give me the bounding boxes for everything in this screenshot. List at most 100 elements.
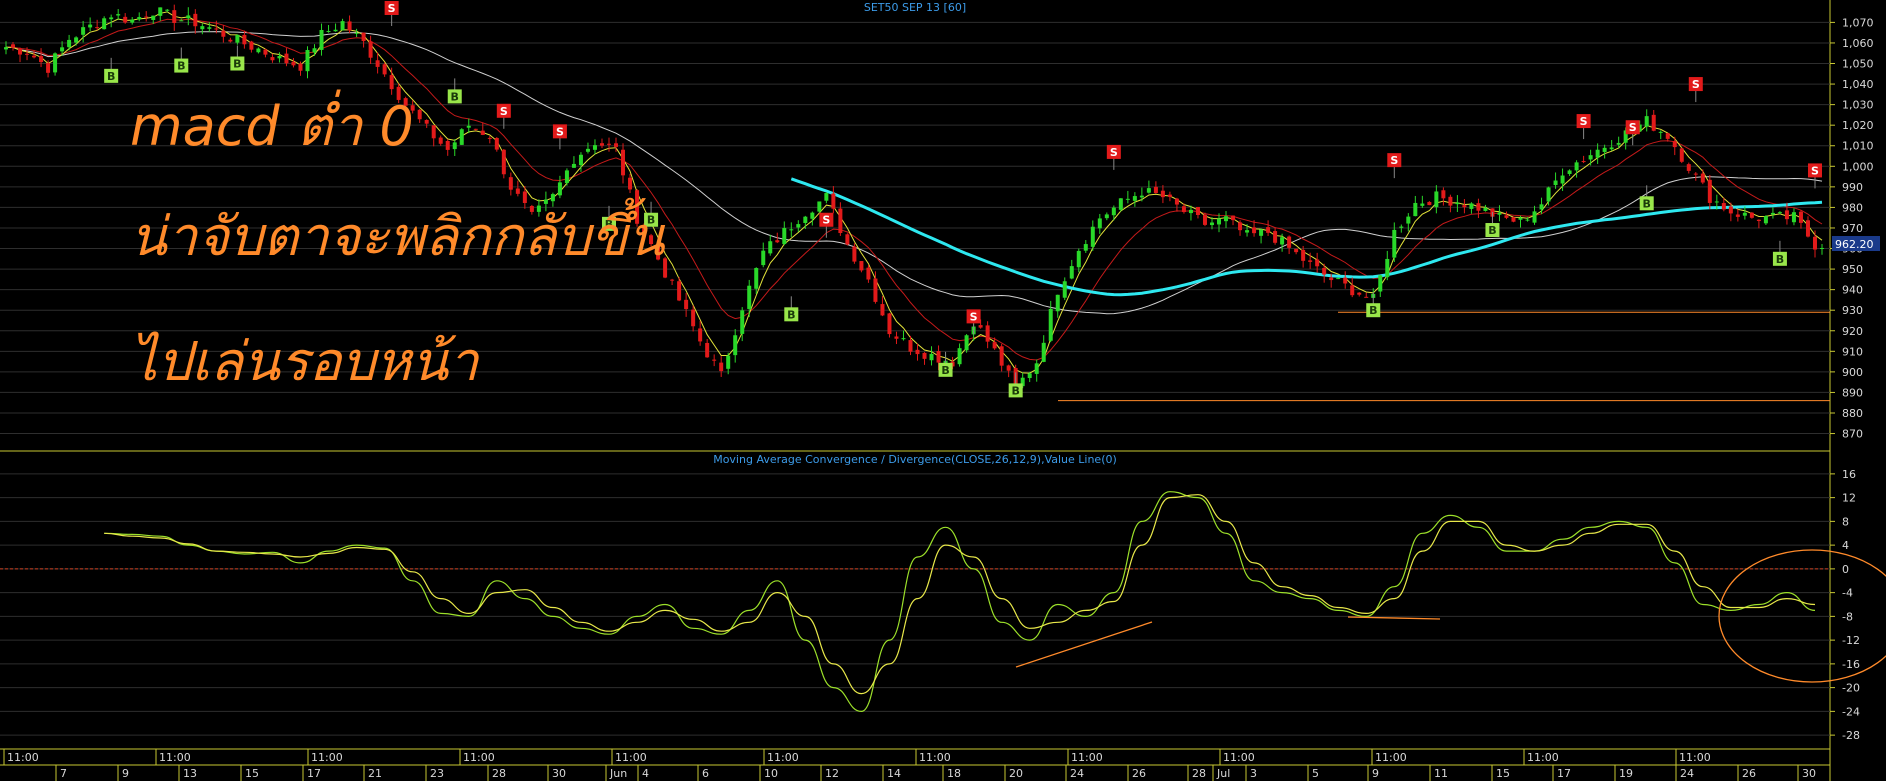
time-label-date: 6 (702, 767, 709, 780)
candle-body (1336, 278, 1341, 280)
buy-signal-badge: B (1772, 240, 1787, 266)
buy-signal-badge: B (1366, 292, 1381, 318)
candle-body (1644, 116, 1649, 127)
candle-body (1686, 164, 1691, 171)
buy-signal-badge: B (447, 78, 462, 104)
candle-body (1202, 214, 1207, 225)
candle-body (270, 57, 275, 61)
price-tick-label: 1,030 (1842, 99, 1874, 112)
candle-body (1434, 191, 1439, 208)
price-y-axis: 1,070 1,060 1,050 1,040 1,030 1,020 1,010 1,000… (1830, 16, 1874, 441)
price-tick-label: 880 (1842, 407, 1863, 420)
candle-body (1224, 216, 1229, 222)
candle-body (179, 20, 184, 22)
price-tick-label: 980 (1842, 201, 1863, 214)
price-tick-label: 940 (1842, 284, 1863, 297)
buy-signal-badge: B (104, 57, 119, 83)
candle-body (487, 137, 492, 139)
candle-body (698, 328, 703, 342)
candle-body (1111, 207, 1116, 216)
time-label-hour: 11:00 (463, 751, 495, 764)
candle-body (1238, 222, 1243, 231)
candle-body (515, 188, 520, 194)
candle-body (557, 182, 562, 196)
candle-body (571, 163, 576, 168)
candle-body (866, 267, 871, 280)
candle-body (1392, 229, 1397, 258)
time-label-date: 26 (1742, 767, 1756, 780)
candle-body (775, 240, 780, 243)
time-label-date: 15 (1496, 767, 1510, 780)
time-label-date: Jul (1216, 767, 1230, 780)
time-label-hour: 11:00 (1679, 751, 1711, 764)
candle-body (1742, 212, 1747, 216)
candle-body (1343, 277, 1348, 284)
candle-body (1511, 217, 1516, 222)
candle-body (214, 28, 219, 30)
candle-body (1497, 212, 1502, 215)
macd-tick-label: 16 (1842, 468, 1856, 481)
time-label-date: 11 (1434, 767, 1448, 780)
candle-body (298, 63, 303, 71)
signal-label: S (1811, 164, 1819, 177)
support-lines[interactable] (1058, 311, 1830, 402)
candle-body (1476, 203, 1481, 211)
price-tick-label: 900 (1842, 366, 1863, 379)
annotation-line-3: ไปเล่นรอบหน้า (130, 330, 479, 393)
macd-y-axis: 16 12 8 4 0 -4 -8 -12 -16 -20 -24 -28 (1830, 468, 1860, 742)
candle-body (95, 27, 100, 29)
buy-signal-badge: B (938, 351, 953, 377)
time-label-date: 24 (1070, 767, 1084, 780)
candle-body (305, 50, 310, 72)
candle-body (1322, 267, 1327, 275)
candle-body (375, 60, 380, 67)
candle-body (1280, 237, 1285, 245)
candle-body (424, 119, 429, 124)
price-tick-label: 1,050 (1842, 58, 1874, 71)
candle-body (1728, 206, 1733, 214)
candle-body (845, 234, 850, 245)
candle-body (235, 34, 240, 43)
time-label-date: 7 (60, 767, 67, 780)
signal-label: S (1692, 78, 1700, 91)
macd-tick-label: 8 (1842, 515, 1849, 528)
candle-body (88, 24, 93, 28)
price-tick-label: 1,010 (1842, 140, 1874, 153)
last-price-value: 962.20 (1835, 238, 1874, 251)
time-label-date: 12 (825, 767, 839, 780)
price-tick-label: 1,040 (1842, 78, 1874, 91)
macd-trendline-2[interactable] (1347, 616, 1441, 620)
candle-body (291, 61, 296, 66)
macd-trendline-1[interactable] (1015, 621, 1153, 668)
macd-chart-title: Moving Average Convergence / Divergence(… (713, 453, 1117, 466)
candle-body (691, 309, 696, 327)
candle-body (1707, 179, 1712, 203)
candle-body (1784, 210, 1789, 220)
candle-body (817, 201, 822, 212)
candle-body (1574, 162, 1579, 171)
candle-body (1097, 218, 1102, 229)
sell-signal-badge: S (1688, 77, 1703, 103)
signal-label: B (1369, 304, 1377, 317)
candle-body (684, 299, 689, 310)
candle-body (1329, 277, 1334, 281)
time-label-hour: 11:00 (767, 751, 799, 764)
candle-body (522, 191, 527, 203)
candle-body (494, 138, 499, 150)
candle-body (978, 325, 983, 328)
candle-body (733, 335, 738, 356)
candle-body (207, 27, 212, 29)
price-tick-label: 1,070 (1842, 16, 1874, 29)
buy-signal-badge: B (1008, 372, 1023, 398)
buy-signal-badge: B (230, 45, 245, 71)
macd-line (104, 491, 1816, 713)
candle-body (1245, 230, 1250, 233)
macd-tick-label: -8 (1842, 610, 1853, 623)
candle-body (1448, 196, 1453, 206)
candle-body (445, 140, 450, 150)
candle-body (705, 342, 710, 358)
signal-label: S (1580, 115, 1588, 128)
time-label-date: 21 (368, 767, 382, 780)
candle-body (1679, 148, 1684, 162)
time-label-hour: 11:00 (1375, 751, 1407, 764)
